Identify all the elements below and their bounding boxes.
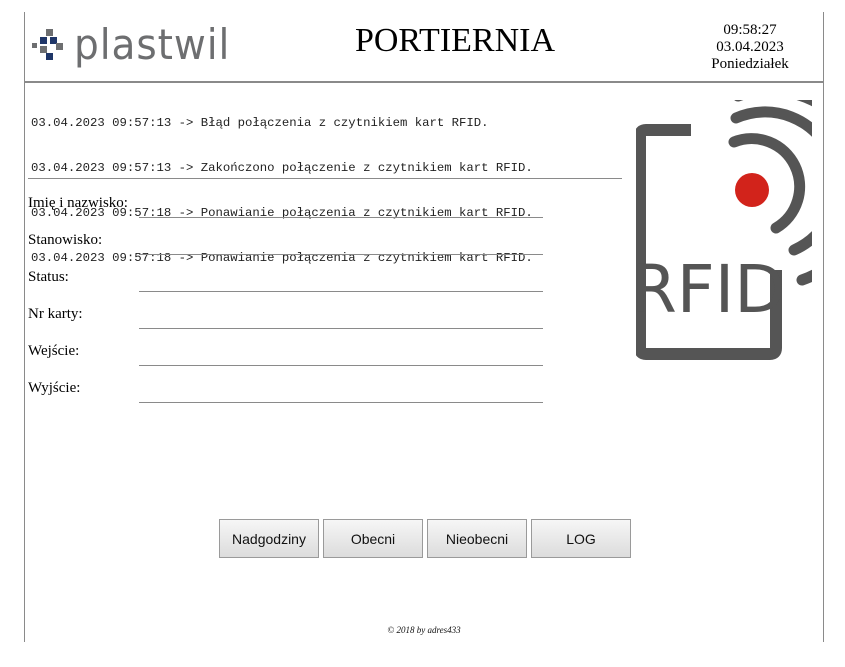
log-divider	[28, 178, 622, 179]
status-label: Status:	[28, 269, 69, 285]
overtime-button[interactable]: Nadgodziny	[219, 519, 319, 558]
rfid-card-icon: RFID	[636, 100, 812, 360]
footer-copyright: © 2018 by adres433	[387, 625, 461, 635]
log-button[interactable]: LOG	[531, 519, 631, 558]
exit-value	[139, 375, 543, 403]
logo-text: plastwil	[74, 20, 231, 69]
log-line: 03.04.2023 09:57:13 -> Błąd połączenia z…	[31, 116, 489, 130]
logo-mark-icon	[32, 29, 63, 60]
form-row-status: Status:	[28, 264, 548, 301]
form-row-position: Stanowisko:	[28, 227, 548, 264]
form-row-exit: Wyjście:	[28, 375, 548, 412]
exit-label: Wyjście:	[28, 380, 81, 396]
absent-button[interactable]: Nieobecni	[427, 519, 527, 558]
clock: 09:58:27 03.04.2023 Poniedziałek	[690, 22, 810, 73]
entry-value	[139, 338, 543, 366]
present-button[interactable]: Obecni	[323, 519, 423, 558]
company-logo: plastwil	[30, 20, 242, 70]
entry-label: Wejście:	[28, 343, 80, 359]
form-row-entry: Wejście:	[28, 338, 548, 375]
card-number-value	[139, 301, 543, 329]
clock-date: 03.04.2023	[716, 39, 784, 55]
card-number-label: Nr karty:	[28, 306, 83, 322]
clock-time: 09:58:27	[723, 22, 777, 38]
form-row-card-number: Nr karty:	[28, 301, 548, 338]
clock-weekday: Poniedziałek	[711, 56, 789, 72]
name-label: Imię i nazwisko:	[28, 195, 128, 211]
name-value	[139, 190, 543, 218]
action-buttons: Nadgodziny Obecni Nieobecni LOG	[219, 519, 631, 558]
log-line: 03.04.2023 09:57:13 -> Zakończono połącz…	[31, 161, 533, 175]
status-value	[139, 264, 543, 292]
position-label: Stanowisko:	[28, 232, 103, 248]
page-title: PORTIERNIA	[354, 22, 556, 59]
rfid-label: RFID	[636, 251, 785, 328]
employee-info-form: Imię i nazwisko: Stanowisko: Status: Nr …	[28, 190, 548, 412]
position-value	[139, 227, 543, 255]
form-row-name: Imię i nazwisko:	[28, 190, 548, 227]
